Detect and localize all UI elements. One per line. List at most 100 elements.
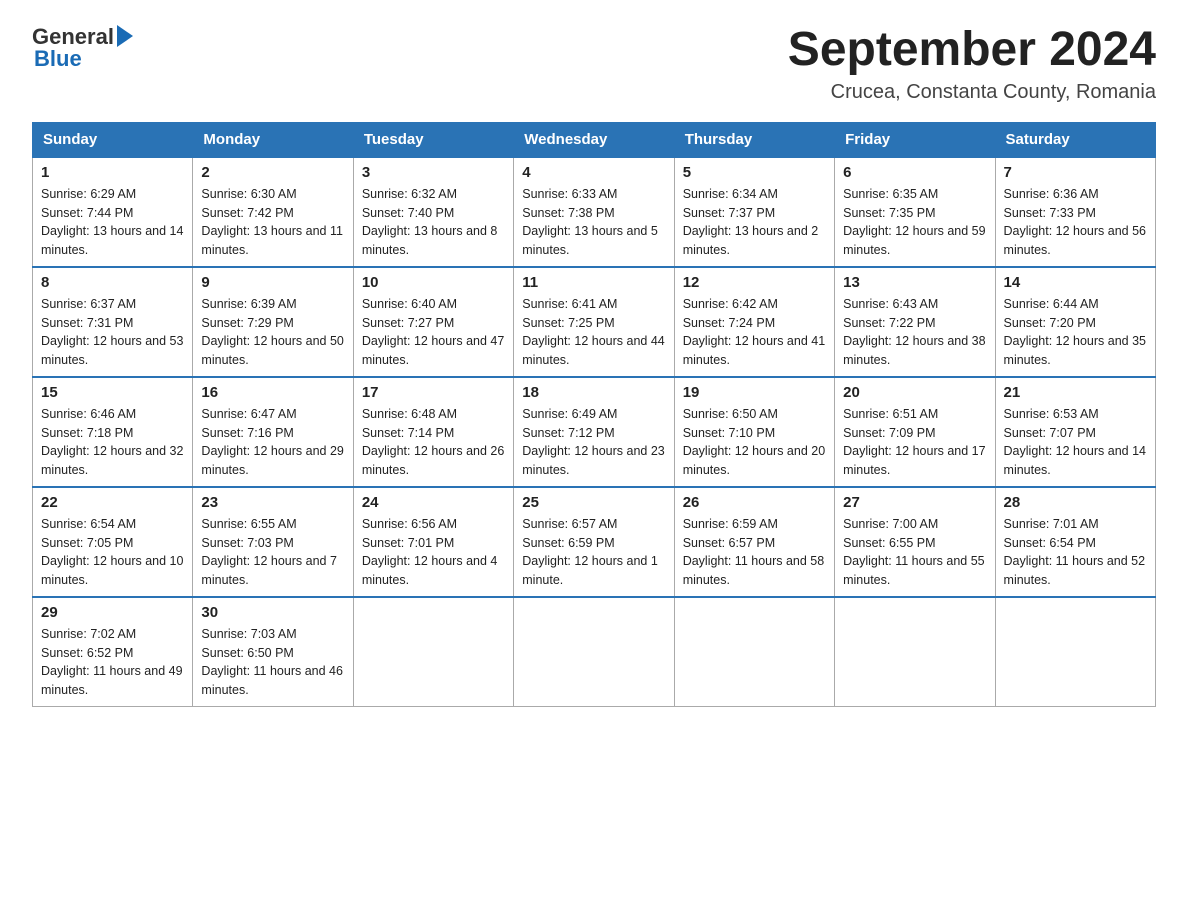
day-info: Sunrise: 6:55 AMSunset: 7:03 PMDaylight:… [201,515,344,590]
calendar-day-header: Sunday [33,122,193,157]
calendar-day-cell: 21Sunrise: 6:53 AMSunset: 7:07 PMDayligh… [995,377,1155,487]
calendar-day-cell: 17 Sunrise: 6:48 AMSunset: 7:14 PMDayligh… [353,377,513,487]
calendar-day-header: Tuesday [353,122,513,157]
day-number: 14 [1004,274,1147,291]
calendar-day-cell [353,597,513,707]
calendar-week-row: 8 Sunrise: 6:37 AMSunset: 7:31 PMDaylight… [33,267,1156,377]
calendar-day-cell: 10 Sunrise: 6:40 AMSunset: 7:27 PMDayligh… [353,267,513,377]
calendar-header-row: SundayMondayTuesdayWednesdayThursdayFrid… [33,122,1156,157]
day-number: 19 [683,384,826,401]
calendar-day-header: Friday [835,122,995,157]
day-number: 7 [1004,164,1147,181]
logo-blue-text: Blue [32,46,82,72]
calendar-day-cell: 3 Sunrise: 6:32 AMSunset: 7:40 PMDaylight… [353,157,513,267]
calendar-week-row: 15 Sunrise: 6:46 AMSunset: 7:18 PMDayligh… [33,377,1156,487]
day-info: Sunrise: 7:03 AMSunset: 6:50 PMDaylight:… [201,625,344,700]
day-number: 24 [362,494,505,511]
calendar-day-cell: 28 Sunrise: 7:01 AMSunset: 6:54 PMDayligh… [995,487,1155,597]
day-info: Sunrise: 6:36 AMSunset: 7:33 PMDaylight:… [1004,185,1147,260]
day-info: Sunrise: 6:57 AMSunset: 6:59 PMDaylight:… [522,515,665,590]
day-info: Sunrise: 7:00 AMSunset: 6:55 PMDaylight:… [843,515,986,590]
day-number: 10 [362,274,505,291]
calendar-day-header: Wednesday [514,122,674,157]
day-info: Sunrise: 6:46 AMSunset: 7:18 PMDaylight:… [41,405,184,480]
day-number: 17 [362,384,505,401]
day-number: 15 [41,384,184,401]
day-number: 20 [843,384,986,401]
calendar-title: September 2024 [788,24,1156,77]
day-info: Sunrise: 6:51 AMSunset: 7:09 PMDaylight:… [843,405,986,480]
day-number: 25 [522,494,665,511]
calendar-day-cell: 22 Sunrise: 6:54 AMSunset: 7:05 PMDayligh… [33,487,193,597]
day-number: 9 [201,274,344,291]
calendar-day-cell [514,597,674,707]
day-number: 1 [41,164,184,181]
day-number: 13 [843,274,986,291]
day-number: 16 [201,384,344,401]
day-info: Sunrise: 6:29 AMSunset: 7:44 PMDaylight:… [41,185,184,260]
day-info: Sunrise: 6:49 AMSunset: 7:12 PMDaylight:… [522,405,665,480]
calendar-day-cell: 8 Sunrise: 6:37 AMSunset: 7:31 PMDaylight… [33,267,193,377]
page-header: General Blue September 2024 Crucea, Cons… [32,24,1156,104]
calendar-day-header: Monday [193,122,353,157]
calendar-day-cell: 29Sunrise: 7:02 AMSunset: 6:52 PMDayligh… [33,597,193,707]
day-info: Sunrise: 6:32 AMSunset: 7:40 PMDaylight:… [362,185,505,260]
calendar-day-cell: 23 Sunrise: 6:55 AMSunset: 7:03 PMDayligh… [193,487,353,597]
day-info: Sunrise: 7:02 AMSunset: 6:52 PMDaylight:… [41,625,184,700]
day-info: Sunrise: 6:42 AMSunset: 7:24 PMDaylight:… [683,295,826,370]
day-info: Sunrise: 6:44 AMSunset: 7:20 PMDaylight:… [1004,295,1147,370]
day-info: Sunrise: 6:34 AMSunset: 7:37 PMDaylight:… [683,185,826,260]
calendar-day-cell: 11Sunrise: 6:41 AMSunset: 7:25 PMDayligh… [514,267,674,377]
calendar-day-header: Thursday [674,122,834,157]
day-number: 26 [683,494,826,511]
day-number: 18 [522,384,665,401]
day-info: Sunrise: 6:35 AMSunset: 7:35 PMDaylight:… [843,185,986,260]
day-number: 22 [41,494,184,511]
calendar-day-cell: 25 Sunrise: 6:57 AMSunset: 6:59 PMDayligh… [514,487,674,597]
day-number: 28 [1004,494,1147,511]
calendar-week-row: 1 Sunrise: 6:29 AMSunset: 7:44 PMDaylight… [33,157,1156,267]
day-info: Sunrise: 6:40 AMSunset: 7:27 PMDaylight:… [362,295,505,370]
calendar-day-cell: 1 Sunrise: 6:29 AMSunset: 7:44 PMDaylight… [33,157,193,267]
day-number: 8 [41,274,184,291]
day-info: Sunrise: 6:54 AMSunset: 7:05 PMDaylight:… [41,515,184,590]
day-number: 21 [1004,384,1147,401]
day-info: Sunrise: 6:39 AMSunset: 7:29 PMDaylight:… [201,295,344,370]
day-number: 5 [683,164,826,181]
calendar-day-cell [995,597,1155,707]
calendar-day-cell: 20 Sunrise: 6:51 AMSunset: 7:09 PMDayligh… [835,377,995,487]
day-number: 6 [843,164,986,181]
day-info: Sunrise: 6:33 AMSunset: 7:38 PMDaylight:… [522,185,665,260]
calendar-day-cell [835,597,995,707]
calendar-day-cell: 18 Sunrise: 6:49 AMSunset: 7:12 PMDayligh… [514,377,674,487]
calendar-day-cell: 12Sunrise: 6:42 AMSunset: 7:24 PMDayligh… [674,267,834,377]
day-info: Sunrise: 6:30 AMSunset: 7:42 PMDaylight:… [201,185,344,260]
calendar-table: SundayMondayTuesdayWednesdayThursdayFrid… [32,122,1156,707]
day-info: Sunrise: 6:41 AMSunset: 7:25 PMDaylight:… [522,295,665,370]
title-block: September 2024 Crucea, Constanta County,… [788,24,1156,104]
calendar-day-cell: 4 Sunrise: 6:33 AMSunset: 7:38 PMDaylight… [514,157,674,267]
calendar-day-cell: 30 Sunrise: 7:03 AMSunset: 6:50 PMDayligh… [193,597,353,707]
calendar-day-header: Saturday [995,122,1155,157]
day-info: Sunrise: 6:43 AMSunset: 7:22 PMDaylight:… [843,295,986,370]
calendar-day-cell: 15 Sunrise: 6:46 AMSunset: 7:18 PMDayligh… [33,377,193,487]
calendar-day-cell: 24Sunrise: 6:56 AMSunset: 7:01 PMDayligh… [353,487,513,597]
day-info: Sunrise: 7:01 AMSunset: 6:54 PMDaylight:… [1004,515,1147,590]
calendar-day-cell: 26 Sunrise: 6:59 AMSunset: 6:57 PMDayligh… [674,487,834,597]
calendar-day-cell: 2Sunrise: 6:30 AMSunset: 7:42 PMDaylight… [193,157,353,267]
day-number: 23 [201,494,344,511]
day-info: Sunrise: 6:37 AMSunset: 7:31 PMDaylight:… [41,295,184,370]
calendar-day-cell: 14 Sunrise: 6:44 AMSunset: 7:20 PMDayligh… [995,267,1155,377]
day-info: Sunrise: 6:50 AMSunset: 7:10 PMDaylight:… [683,405,826,480]
day-number: 4 [522,164,665,181]
calendar-day-cell: 7 Sunrise: 6:36 AMSunset: 7:33 PMDaylight… [995,157,1155,267]
day-number: 27 [843,494,986,511]
day-info: Sunrise: 6:48 AMSunset: 7:14 PMDaylight:… [362,405,505,480]
calendar-day-cell: 27 Sunrise: 7:00 AMSunset: 6:55 PMDayligh… [835,487,995,597]
day-number: 30 [201,604,344,621]
calendar-day-cell: 13 Sunrise: 6:43 AMSunset: 7:22 PMDayligh… [835,267,995,377]
day-number: 3 [362,164,505,181]
calendar-day-cell [674,597,834,707]
day-info: Sunrise: 6:59 AMSunset: 6:57 PMDaylight:… [683,515,826,590]
calendar-day-cell: 6 Sunrise: 6:35 AMSunset: 7:35 PMDaylight… [835,157,995,267]
